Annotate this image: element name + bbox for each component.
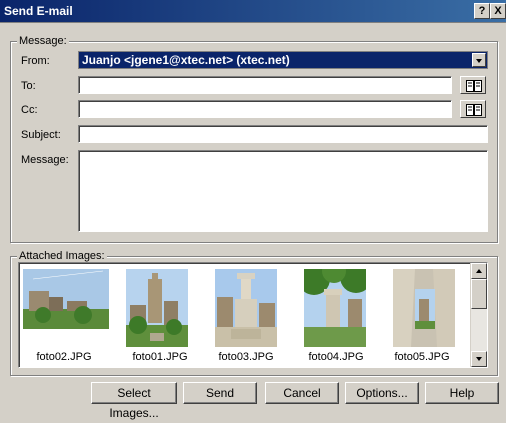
image-filename: foto02.JPG bbox=[36, 351, 92, 363]
image-filename: foto05.JPG bbox=[394, 351, 450, 363]
send-button[interactable]: Send bbox=[183, 382, 257, 404]
image-filename: foto03.JPG bbox=[218, 351, 274, 363]
image-thumbnail bbox=[215, 269, 277, 347]
message-label: Message: bbox=[21, 154, 69, 166]
from-value: Juanjo <jgene1@xtec.net> (xtec.net) bbox=[82, 53, 290, 67]
close-title-button[interactable]: X bbox=[490, 3, 506, 19]
address-book-icon bbox=[466, 104, 482, 116]
to-field[interactable] bbox=[78, 76, 452, 94]
list-item[interactable]: foto03.JPG bbox=[205, 269, 287, 363]
window-title: Send E-mail bbox=[4, 4, 73, 18]
address-book-icon bbox=[466, 80, 482, 92]
subject-label: Subject: bbox=[21, 129, 61, 141]
to-label: To: bbox=[21, 80, 36, 92]
chevron-down-icon[interactable] bbox=[472, 53, 486, 67]
cc-field[interactable] bbox=[78, 100, 452, 118]
image-filename: foto01.JPG bbox=[132, 351, 188, 363]
list-item[interactable]: foto01.JPG bbox=[119, 269, 201, 363]
image-thumbnail bbox=[23, 269, 109, 329]
image-list[interactable]: foto02.JPG foto01.JPG foto03.JPG foto04.… bbox=[18, 262, 488, 368]
image-thumbnail bbox=[126, 269, 188, 347]
help-title-button[interactable]: ? bbox=[474, 3, 490, 19]
from-select[interactable]: Juanjo <jgene1@xtec.net> (xtec.net) bbox=[78, 51, 488, 69]
title-bar[interactable]: Send E-mail ? X bbox=[0, 0, 506, 23]
scroll-up-icon[interactable] bbox=[471, 263, 487, 279]
message-textarea[interactable] bbox=[78, 150, 488, 232]
help-button[interactable]: Help bbox=[425, 382, 499, 404]
image-thumbnail bbox=[393, 269, 455, 347]
cancel-button[interactable]: Cancel bbox=[265, 382, 339, 404]
list-item[interactable]: foto02.JPG bbox=[23, 269, 109, 363]
from-label: From: bbox=[21, 55, 50, 67]
subject-field[interactable] bbox=[78, 125, 488, 143]
image-list-scrollbar[interactable] bbox=[470, 263, 487, 367]
to-address-book-button[interactable] bbox=[460, 76, 486, 94]
image-thumbnail bbox=[304, 269, 366, 347]
image-filename: foto04.JPG bbox=[308, 351, 364, 363]
cc-address-book-button[interactable] bbox=[460, 100, 486, 118]
scrollbar-thumb[interactable] bbox=[471, 279, 487, 309]
list-item[interactable]: foto04.JPG bbox=[295, 269, 377, 363]
scroll-down-icon[interactable] bbox=[471, 351, 487, 367]
attachments-group-legend: Attached Images: bbox=[17, 250, 107, 262]
send-email-dialog: Send E-mail ? X Message: From: Juanjo <j… bbox=[0, 0, 506, 420]
cc-label: Cc: bbox=[21, 104, 38, 116]
message-group-legend: Message: bbox=[17, 35, 69, 47]
options-button[interactable]: Options... bbox=[345, 382, 419, 404]
select-images-button[interactable]: Select Images... bbox=[91, 382, 177, 420]
list-item[interactable]: foto05.JPG bbox=[381, 269, 463, 363]
